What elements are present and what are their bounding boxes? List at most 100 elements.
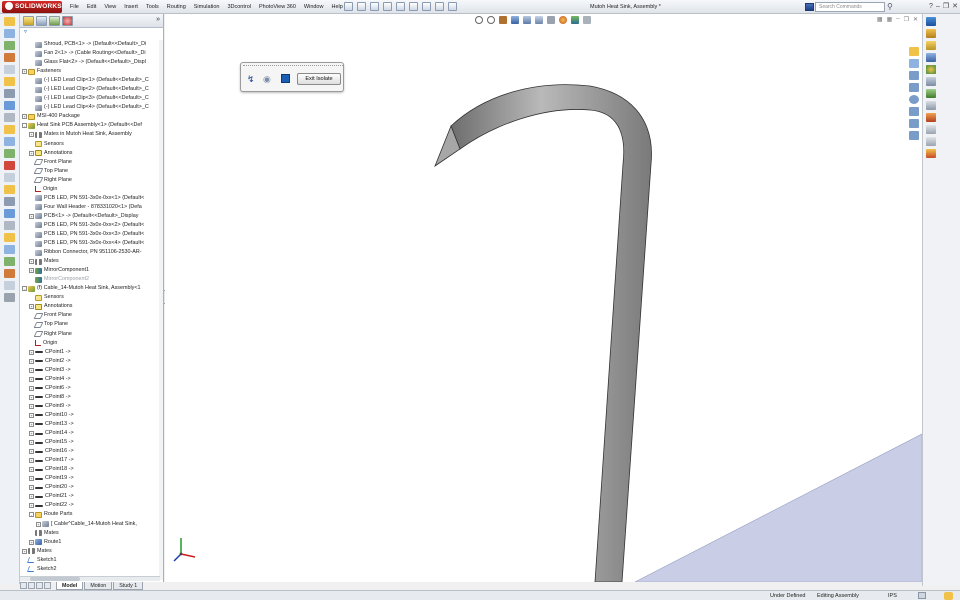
tree-node[interactable]: Sketch1 [20, 556, 160, 565]
expand-toggle-icon[interactable]: + [29, 503, 34, 509]
expand-toggle-icon[interactable]: + [29, 394, 34, 400]
tree-node[interactable]: + CPoint8 -> [20, 393, 160, 402]
rebuild-icon[interactable] [422, 2, 431, 11]
previous-view-icon[interactable] [499, 16, 507, 24]
menu-file[interactable]: File [66, 0, 83, 14]
rectangle-icon[interactable] [909, 83, 919, 92]
display-style-icon[interactable] [535, 16, 543, 24]
menu-routing[interactable]: Routing [163, 0, 190, 14]
isolate-appearance-icon[interactable]: ◉ [263, 74, 273, 84]
file-properties-icon[interactable] [435, 2, 444, 11]
expand-toggle-icon[interactable]: + [29, 476, 34, 482]
expand-toggle-icon[interactable]: + [29, 304, 34, 310]
zoom-to-area-icon[interactable] [487, 16, 495, 24]
expand-toggle-icon[interactable]: + [29, 412, 34, 418]
tree-node[interactable]: + Mates [20, 257, 160, 266]
expand-toggle-icon[interactable]: + [36, 521, 41, 527]
hole-alignment-icon[interactable] [4, 245, 15, 254]
tree-node[interactable]: + CPoint13 -> [20, 420, 160, 429]
tree-node[interactable]: Fan 2<1> -> (Cable Routing<<Default>_Di [20, 49, 160, 58]
office-products-icon[interactable] [4, 65, 15, 74]
expand-toggle-icon[interactable]: + [29, 403, 34, 409]
exit-isolate-button[interactable]: Exit Isolate [297, 73, 341, 85]
new-document-icon[interactable] [344, 2, 353, 11]
restore-icon[interactable]: ❐ [943, 0, 949, 14]
expand-toggle-icon[interactable]: + [29, 421, 34, 427]
expand-toggle-icon[interactable]: + [29, 132, 34, 138]
tree-node[interactable]: + [ Cable^Cable_14-Mutoh Heat Sink, [20, 519, 160, 528]
linear-pattern-icon[interactable] [4, 101, 15, 110]
tree-node[interactable]: + CPoint19 -> [20, 474, 160, 483]
explode-line-sketch-icon[interactable] [4, 209, 15, 218]
expand-toggle-icon[interactable]: + [29, 259, 34, 265]
tree-node[interactable]: + MSI-400 Package [20, 112, 160, 121]
expand-toggle-icon[interactable]: + [22, 69, 27, 75]
viewport-close-icon[interactable]: ✕ [913, 16, 918, 23]
circle-icon[interactable] [909, 95, 919, 104]
quick-tips-icon[interactable] [918, 592, 926, 599]
expand-toggle-icon[interactable]: + [29, 349, 34, 355]
tree-node[interactable]: Front Plane [20, 158, 160, 167]
edit-appearance-icon[interactable] [559, 16, 567, 24]
cable-tube[interactable] [450, 84, 652, 582]
collapse-toggle-icon[interactable]: - [22, 286, 27, 292]
tree-node[interactable]: + CPoint18 -> [20, 465, 160, 474]
forum-icon[interactable] [926, 101, 936, 110]
tree-node[interactable]: + CPoint2 -> [20, 357, 160, 366]
command-search-scope-icon[interactable] [805, 3, 814, 11]
expand-toggle-icon[interactable]: + [29, 449, 34, 455]
menu-window[interactable]: Window [300, 0, 328, 14]
hide-show-items-icon[interactable] [547, 16, 555, 24]
tree-node[interactable]: (-) LED Lead Clip<1> (Default<<Default>_… [20, 76, 160, 85]
layout-tab-icon[interactable] [4, 29, 15, 38]
search-icon[interactable]: ⚲ [887, 1, 893, 13]
tree-node[interactable]: Mates [20, 529, 160, 538]
file-explorer-icon[interactable] [926, 41, 936, 50]
design-library-icon[interactable] [926, 29, 936, 38]
sketch-icon[interactable] [909, 47, 919, 56]
tree-node[interactable]: + CPoint17 -> [20, 456, 160, 465]
isolate-display-style-icon[interactable]: ↯ [247, 74, 257, 84]
minimize-icon[interactable]: – [936, 0, 940, 14]
line-icon[interactable] [909, 71, 919, 80]
appearances-scenes-icon[interactable] [926, 65, 936, 74]
expand-toggle-icon[interactable]: + [29, 494, 34, 500]
tree-node[interactable]: Glass Flat<2> -> (Default<<Default>_Disp… [20, 58, 160, 67]
tree-node[interactable]: + CPoint4 -> [20, 375, 160, 384]
options-icon[interactable] [448, 2, 457, 11]
menu-simulation[interactable]: Simulation [190, 0, 224, 14]
tree-node[interactable]: + CPoint16 -> [20, 447, 160, 456]
view-orientation-icon[interactable] [523, 16, 531, 24]
select-icon[interactable] [409, 2, 418, 11]
tree-node[interactable]: (-) LED Lead Clip<2> (Default<<Default>_… [20, 85, 160, 94]
tree-node[interactable]: + Mates in Mutoh Heat Sink, Assembly [20, 130, 160, 139]
assembly-tab-icon[interactable] [4, 17, 15, 26]
tab-study[interactable]: Study 1 [113, 582, 144, 590]
display-manager-tab-icon[interactable] [62, 16, 73, 26]
collapse-toggle-icon[interactable]: - [29, 512, 34, 518]
expand-toggle-icon[interactable]: + [22, 114, 27, 120]
vertical-scrollbar[interactable] [159, 40, 163, 580]
expand-toggle-icon[interactable]: + [29, 539, 34, 545]
tab-motion[interactable]: Motion [84, 582, 113, 590]
save-icon[interactable] [370, 2, 379, 11]
flatten-route-icon[interactable] [4, 293, 15, 302]
tree-node[interactable]: PCB LED, PN 591-3x0x-0xx<1> (Default< [20, 194, 160, 203]
tree-node[interactable]: Origin [20, 339, 160, 348]
property-manager-tab-icon[interactable] [36, 16, 47, 26]
undo-icon[interactable] [396, 2, 405, 11]
tree-node[interactable]: + CPoint1 -> [20, 348, 160, 357]
smart-dimension-icon[interactable] [909, 59, 919, 68]
tree-node[interactable]: Sensors [20, 140, 160, 149]
expand-toggle-icon[interactable]: + [22, 548, 27, 554]
expand-toggle-icon[interactable]: + [29, 150, 34, 156]
tree-node[interactable]: PCB LED, PN 591-3x0x-0xx<2> (Default< [20, 221, 160, 230]
menu-tools[interactable]: Tools [142, 0, 163, 14]
menu-3dcontrol[interactable]: 3Dcontrol [223, 0, 255, 14]
point-icon[interactable] [909, 131, 919, 140]
tree-node[interactable]: + Mates [20, 547, 160, 556]
tree-node[interactable]: + CPoint3 -> [20, 366, 160, 375]
solidworks-logo[interactable]: SOLIDWORKS [2, 1, 62, 13]
tab-next-arrow-icon[interactable] [36, 582, 43, 589]
tree-node[interactable]: + CPoint14 -> [20, 429, 160, 438]
